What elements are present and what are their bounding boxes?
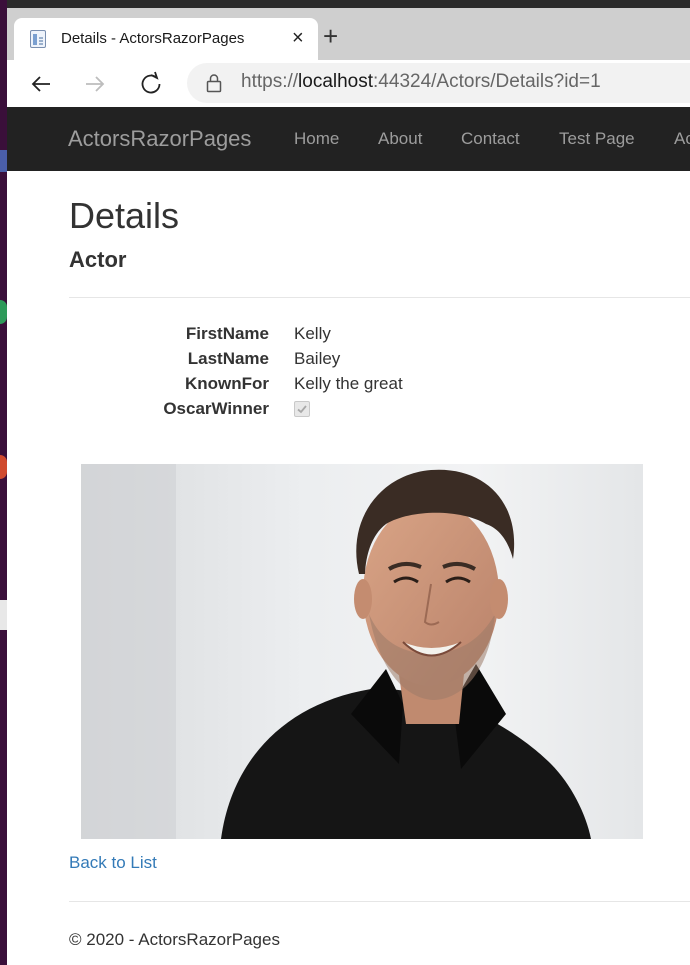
footer-text: © 2020 - ActorsRazorPages (69, 930, 280, 949)
detail-row-lastname: LastName Bailey (69, 349, 690, 374)
desktop-background-strip (0, 0, 7, 965)
window-top-edge (7, 0, 690, 8)
new-tab-button[interactable]: + (323, 22, 338, 50)
navbar-brand[interactable]: ActorsRazorPages (68, 126, 251, 152)
field-label: OscarWinner (163, 399, 269, 418)
lock-icon (206, 74, 222, 93)
browser-tab[interactable]: Details - ActorsRazorPages × (14, 18, 318, 60)
page-icon (30, 30, 46, 48)
refresh-button[interactable] (135, 68, 167, 100)
portrait-illustration (81, 464, 591, 839)
field-label: KnownFor (184, 374, 269, 393)
forward-button[interactable] (79, 68, 111, 100)
desktop-icon (0, 600, 7, 630)
arrow-right-icon (86, 76, 105, 92)
footer-divider (69, 901, 690, 902)
checkmark-icon (297, 405, 307, 414)
page-subtitle: Actor (69, 247, 127, 272)
refresh-icon (141, 71, 161, 94)
arrow-left-icon (31, 76, 50, 92)
site-navbar: ActorsRazorPages Home About Contact Test… (7, 107, 690, 171)
field-label: FirstName (185, 324, 269, 343)
browser-tab-bar: Details - ActorsRazorPages × + (7, 8, 690, 60)
field-value: Bailey (294, 349, 341, 368)
page-title: Details (69, 195, 180, 236)
field-value: Kelly the great (294, 374, 403, 393)
actor-photo (81, 464, 643, 839)
desktop-icon (0, 150, 7, 172)
url-host: localhost (298, 71, 374, 92)
close-tab-icon[interactable]: × (292, 26, 304, 50)
detail-row-knownfor: KnownFor Kelly the great (69, 374, 690, 399)
divider (69, 297, 690, 298)
nav-link-about[interactable]: About (378, 129, 422, 149)
url-path: :44324/Actors/Details?id=1 (373, 71, 601, 92)
field-value: Kelly (294, 324, 331, 343)
nav-link-home[interactable]: Home (294, 129, 339, 149)
detail-row-oscarwinner: OscarWinner (69, 399, 690, 424)
address-bar[interactable]: https://localhost:44324/Actors/Details?i… (187, 63, 690, 103)
back-button[interactable] (25, 68, 57, 100)
nav-link-contact[interactable]: Contact (461, 129, 520, 149)
desktop-icon (0, 300, 7, 324)
oscar-winner-checkbox (294, 401, 310, 417)
url-scheme: https:// (241, 71, 299, 92)
nav-link-test-page[interactable]: Test Page (559, 129, 635, 149)
browser-toolbar: https://localhost:44324/Actors/Details?i… (7, 60, 690, 107)
detail-row-firstname: FirstName Kelly (69, 324, 690, 349)
url-text: https://localhost:44324/Actors/Details?i… (241, 71, 601, 93)
field-label: LastName (187, 349, 269, 368)
tab-title: Details - ActorsRazorPages (61, 30, 245, 47)
back-to-list-link[interactable]: Back to List (69, 853, 157, 873)
nav-link-truncated[interactable]: Ac (674, 129, 690, 149)
desktop-icon (0, 455, 7, 479)
